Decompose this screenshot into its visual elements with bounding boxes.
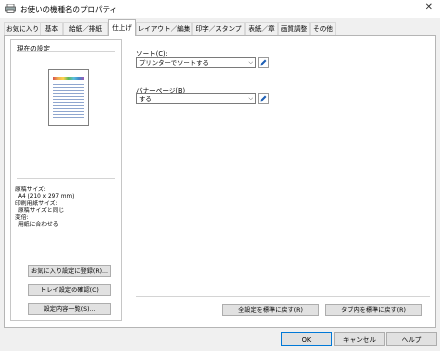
cancel-button[interactable]: キャンセル (334, 332, 385, 346)
chevron-down-icon: ⌵ (248, 95, 253, 102)
current-settings-panel: 現在の設定 原稿サイズ: A4 (210 x 297 mm) 印刷用紙サイズ: … (10, 39, 122, 321)
tab-basic[interactable]: 基本 (40, 22, 63, 35)
pencil-icon (260, 59, 267, 66)
tab-paper[interactable]: 給紙／排紙 (63, 22, 108, 35)
help-button[interactable]: ヘルプ (386, 332, 437, 346)
paper-size-value: 原稿サイズと同じ (18, 208, 65, 214)
color-bar (53, 77, 84, 80)
printer-icon (5, 4, 16, 13)
original-size-value: A4 (210 x 297 mm) (18, 194, 75, 200)
tab-cover[interactable]: 表紙／章 (245, 22, 278, 35)
tab-stamp[interactable]: 印字／スタンプ (192, 22, 245, 35)
paper-size-label: 印刷用紙サイズ: (15, 201, 58, 207)
tab-finishing[interactable]: 仕上げ (108, 19, 136, 36)
scale-value: 用紙に合わせる (18, 222, 59, 228)
pencil-icon (260, 95, 267, 102)
tab-strip: お気に入り 基本 給紙／排紙 仕上げ レイアウト／編集 印字／スタンプ 表紙／章… (4, 19, 436, 36)
tab-layout[interactable]: レイアウト／編集 (136, 22, 192, 35)
page-preview (48, 69, 89, 126)
edit-banner-button[interactable] (258, 93, 269, 104)
tab-favorites[interactable]: お気に入り (4, 22, 41, 35)
banner-select[interactable]: する ⌵ (136, 93, 256, 104)
edit-sort-button[interactable] (258, 57, 269, 68)
banner-value: する (139, 95, 152, 103)
tab-other[interactable]: その他 (310, 22, 336, 35)
settings-list-button[interactable]: 設定内容一覧(S)... (28, 303, 111, 315)
register-favorite-button[interactable]: お気に入り設定に登録(R)... (28, 265, 111, 277)
divider (17, 51, 115, 52)
tab-image-quality[interactable]: 画質調整 (278, 22, 310, 35)
divider (17, 178, 115, 179)
ok-button[interactable]: OK (281, 332, 332, 346)
chevron-down-icon: ⌵ (248, 59, 253, 66)
close-icon[interactable]: ✕ (425, 2, 433, 13)
divider (136, 296, 430, 297)
sort-select[interactable]: プリンターでソートする ⌵ (136, 57, 256, 68)
reset-all-button[interactable]: 全設定を標準に戻す(R) (222, 304, 319, 316)
original-size-label: 原稿サイズ: (15, 187, 46, 193)
scale-label: 変倍: (15, 215, 29, 221)
title-bar: お使いの機種名のプロパティ ✕ (0, 0, 440, 18)
sort-value: プリンターでソートする (139, 59, 209, 67)
check-tray-button[interactable]: トレイ設定の確認(C) (28, 284, 111, 296)
window-title: お使いの機種名のプロパティ (20, 5, 118, 14)
reset-tab-button[interactable]: タブ内を標準に戻す(R) (325, 304, 422, 316)
